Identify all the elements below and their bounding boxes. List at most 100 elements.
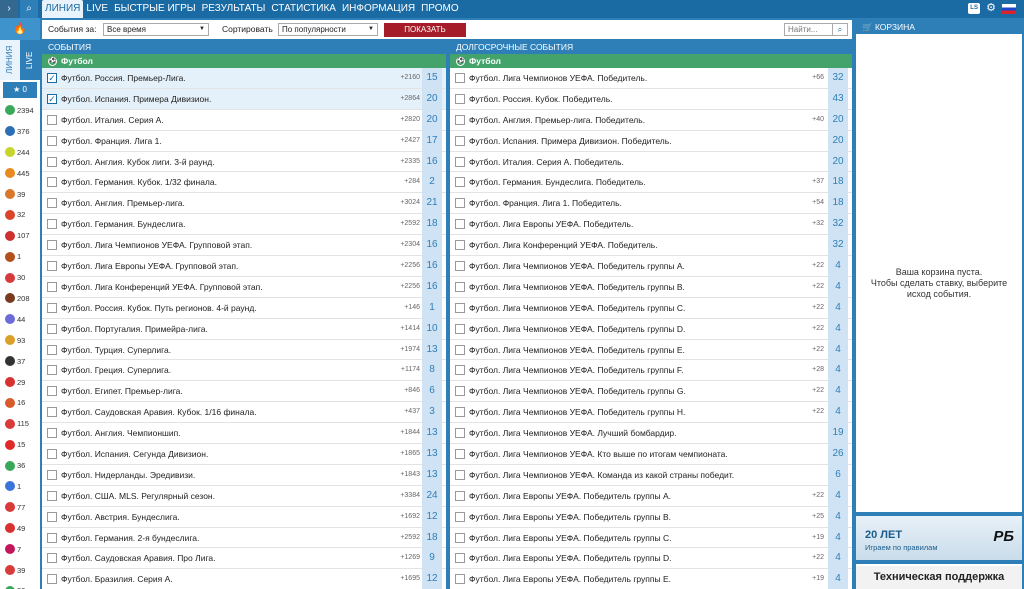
event-checkbox[interactable] (47, 407, 57, 418)
sport-item[interactable]: 30 (0, 267, 40, 288)
event-count[interactable]: 8 (422, 360, 442, 382)
fire-icon[interactable]: 🔥 (0, 18, 40, 40)
event-count[interactable]: 20 (422, 88, 442, 110)
event-row[interactable]: Футбол. Лига Европы УЕФА. Победитель гру… (450, 506, 852, 528)
event-checkbox[interactable] (47, 261, 57, 272)
event-row[interactable]: Футбол. Испания. Примера Дивизион. Побед… (450, 130, 852, 152)
event-checkbox[interactable] (47, 219, 57, 230)
event-count[interactable]: 21 (422, 193, 442, 215)
event-row[interactable]: Футбол. Лига Чемпионов УЕФА. Групповой э… (42, 235, 446, 257)
event-checkbox[interactable] (455, 469, 465, 480)
event-row[interactable]: Футбол. Лига Чемпионов УЕФА. Победитель … (450, 297, 852, 319)
event-count[interactable]: 4 (828, 276, 848, 298)
nav-information[interactable]: ИНФОРМАЦИЯ (339, 0, 418, 18)
event-checkbox[interactable] (47, 449, 57, 460)
sport-item[interactable]: 2394 (0, 100, 40, 121)
event-row[interactable]: Футбол. Англия. Чемпионшип. +1844 13 (42, 423, 446, 445)
event-checkbox[interactable] (455, 553, 465, 564)
sport-item[interactable]: 44 (0, 309, 40, 330)
event-row[interactable]: Футбол. Саудовская Аравия. Про Лига. +126… (42, 548, 446, 570)
event-checkbox[interactable] (455, 323, 465, 334)
event-row[interactable]: Футбол. Лига Чемпионов УЕФА. Команда из … (450, 464, 852, 486)
tab-live[interactable]: LIVE (20, 40, 40, 80)
event-checkbox[interactable] (47, 302, 57, 313)
tab-line[interactable]: ЛИНИЯ (0, 40, 20, 80)
event-checkbox[interactable] (455, 365, 465, 376)
gear-icon[interactable]: ⚙ (986, 3, 996, 14)
event-count[interactable]: 4 (828, 548, 848, 570)
event-count[interactable]: 4 (828, 485, 848, 507)
event-count[interactable]: 3 (422, 402, 442, 424)
event-row[interactable]: Футбол. Англия. Премьер-лига. Победитель… (450, 109, 852, 131)
event-row[interactable]: Футбол. Греция. Суперлига. +1174 8 (42, 360, 446, 382)
chevron-right-icon[interactable]: › (0, 0, 18, 18)
event-checkbox[interactable] (47, 386, 57, 397)
sport-item[interactable]: 39 (0, 184, 40, 205)
event-row[interactable]: Футбол. Лига Чемпионов УЕФА. Победитель … (450, 339, 852, 361)
event-row[interactable]: Футбол. Италия. Серия А. +2820 20 (42, 109, 446, 131)
event-row[interactable]: Футбол. Лига Европы УЕФА. Победитель гру… (450, 569, 852, 589)
event-row[interactable]: Футбол. Турция. Суперлига. +1974 13 (42, 339, 446, 361)
event-checkbox[interactable] (455, 407, 465, 418)
event-count[interactable]: 4 (828, 402, 848, 424)
ls-button[interactable]: LS (968, 3, 981, 14)
event-count[interactable]: 16 (422, 151, 442, 173)
event-checkbox[interactable] (455, 302, 465, 313)
event-checkbox[interactable] (47, 574, 57, 585)
sport-item[interactable]: 7 (0, 539, 40, 560)
event-checkbox[interactable] (455, 532, 465, 543)
event-row[interactable]: Футбол. Лига Конференций УЕФА. Победител… (450, 235, 852, 257)
event-count[interactable]: 4 (828, 527, 848, 549)
event-checkbox[interactable] (455, 177, 465, 188)
event-checkbox[interactable] (455, 240, 465, 251)
event-row[interactable]: Футбол. Нидерланды. Эредивизи. +1843 13 (42, 464, 446, 486)
sport-item[interactable]: 39 (0, 560, 40, 581)
event-row[interactable]: Футбол. Лига Европы УЕФА. Победитель. +32… (450, 214, 852, 236)
event-checkbox[interactable] (455, 219, 465, 230)
event-checkbox[interactable] (455, 156, 465, 167)
event-count[interactable]: 15 (422, 68, 442, 89)
event-row[interactable]: Футбол. Лига Европы УЕФА. Победитель гру… (450, 485, 852, 507)
sport-item[interactable]: 36 (0, 455, 40, 476)
event-count[interactable]: 10 (422, 318, 442, 340)
event-row[interactable]: Футбол. Франция. Лига 1. +2427 17 (42, 130, 446, 152)
sort-select[interactable]: По популярности ▼ (278, 23, 378, 36)
event-checkbox[interactable]: ✓ (47, 93, 57, 104)
event-row[interactable]: Футбол. Лига Чемпионов УЕФА. Победитель … (450, 276, 852, 298)
event-row[interactable]: Футбол. Бразилия. Серия А. +1695 12 (42, 569, 446, 589)
russian-flag-icon[interactable] (1002, 3, 1016, 14)
event-count[interactable]: 43 (828, 88, 848, 110)
event-row[interactable]: Футбол. Лига Чемпионов УЕФА. Победитель … (450, 402, 852, 424)
event-row[interactable]: Футбол. Испания. Сегунда Дивизион. +1865 1… (42, 444, 446, 465)
nav-line[interactable]: ЛИНИЯ (42, 0, 84, 18)
event-count[interactable]: 4 (828, 297, 848, 319)
search-icon[interactable]: ⌕ (20, 0, 38, 18)
event-row[interactable]: Футбол. Лига Чемпионов УЕФА. Победитель … (450, 360, 852, 382)
event-checkbox[interactable] (47, 323, 57, 334)
event-count[interactable]: 6 (828, 464, 848, 486)
event-row[interactable]: Футбол. Германия. Кубок. 1/32 финала. +28… (42, 172, 446, 194)
event-checkbox[interactable] (47, 198, 57, 209)
event-count[interactable]: 18 (828, 193, 848, 215)
event-row[interactable]: Футбол. Лига Европы УЕФА. Групповой этап… (42, 256, 446, 277)
event-checkbox[interactable] (47, 177, 57, 188)
event-row[interactable]: Футбол. Лига Чемпионов УЕФА. Кто выше по… (450, 444, 852, 465)
event-checkbox[interactable] (455, 428, 465, 439)
event-checkbox[interactable] (47, 114, 57, 125)
event-count[interactable]: 1 (422, 297, 442, 319)
event-checkbox[interactable]: ✓ (47, 73, 57, 83)
sport-header[interactable]: ⚽ Футбол (450, 54, 852, 68)
sport-item[interactable]: 37 (0, 351, 40, 372)
event-count[interactable]: 16 (422, 235, 442, 257)
event-row[interactable]: Футбол. Англия. Премьер-лига. +3024 21 (42, 193, 446, 215)
event-row[interactable]: Футбол. США. MLS. Регулярный сезон. +3384… (42, 485, 446, 507)
event-count[interactable]: 4 (828, 360, 848, 382)
event-count[interactable]: 20 (422, 109, 442, 131)
event-row[interactable]: Футбол. Португалия. Примейра-лига. +1414 1… (42, 318, 446, 340)
sport-header[interactable]: ⚽ Футбол (42, 54, 446, 68)
sport-item[interactable]: 49 (0, 518, 40, 539)
event-count[interactable]: 13 (422, 464, 442, 486)
event-count[interactable]: 12 (422, 506, 442, 528)
event-checkbox[interactable] (47, 511, 57, 522)
events-period-select[interactable]: Все время ▼ (103, 23, 209, 36)
